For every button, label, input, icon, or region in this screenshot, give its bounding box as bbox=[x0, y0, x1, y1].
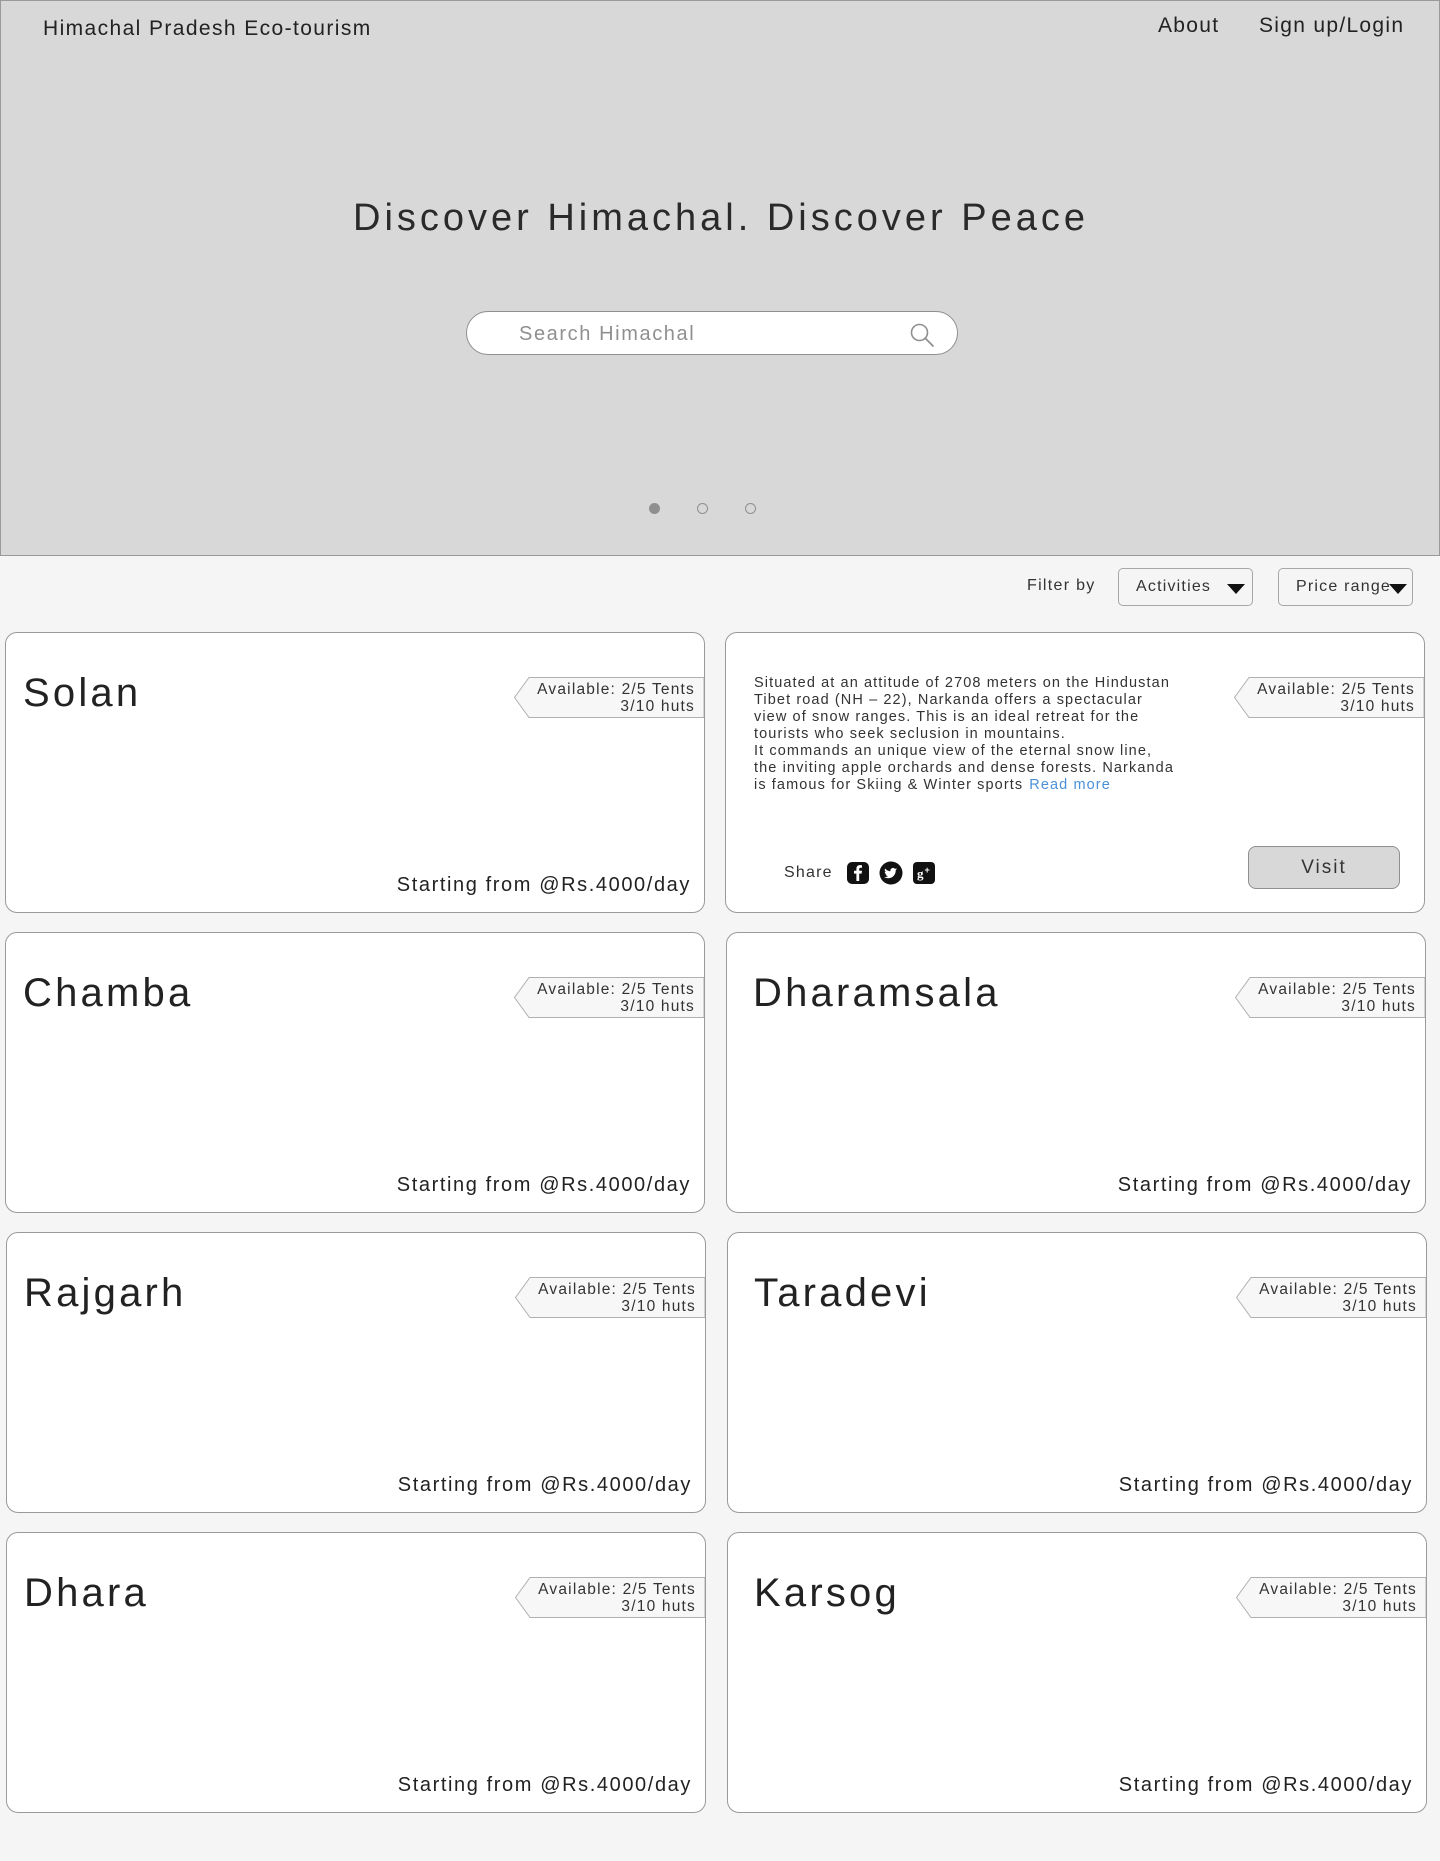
availability-badge: Available: 2/5 Tents 3/10 huts bbox=[1236, 1577, 1426, 1618]
availability-huts: 3/10 huts bbox=[1341, 998, 1416, 1015]
nav-login-link[interactable]: Sign up/Login bbox=[1259, 14, 1404, 38]
search-input[interactable] bbox=[517, 318, 881, 350]
destination-card-rajgarh[interactable]: Rajgarh Available: 2/5 Tents 3/10 huts S… bbox=[6, 1232, 706, 1513]
activities-dropdown[interactable]: Activities bbox=[1118, 568, 1253, 606]
share-label: Share bbox=[784, 864, 833, 881]
caret-down-icon bbox=[1227, 584, 1245, 594]
hero-banner: Himachal Pradesh Eco-tourism About Sign … bbox=[0, 0, 1440, 556]
search-bar bbox=[466, 311, 958, 355]
availability-badge: Available: 2/5 Tents 3/10 huts bbox=[514, 977, 704, 1018]
price-range-dropdown-label: Price range bbox=[1296, 578, 1392, 595]
facebook-icon[interactable] bbox=[846, 861, 870, 885]
price-range-dropdown[interactable]: Price range bbox=[1278, 568, 1413, 606]
availability-badge: Available: 2/5 Tents 3/10 huts bbox=[515, 1277, 705, 1318]
availability-huts: 3/10 huts bbox=[1340, 698, 1415, 715]
destination-name: Dharamsala bbox=[753, 971, 1001, 1015]
share-row: Share g + bbox=[784, 861, 936, 885]
availability-tents: Available: 2/5 Tents bbox=[1258, 981, 1416, 998]
destination-card-karsog[interactable]: Karsog Available: 2/5 Tents 3/10 huts St… bbox=[727, 1532, 1427, 1813]
destination-card-dharamsala[interactable]: Dharamsala Available: 2/5 Tents 3/10 hut… bbox=[726, 932, 1426, 1213]
availability-huts: 3/10 huts bbox=[620, 998, 695, 1015]
availability-badge: Available: 2/5 Tents 3/10 huts bbox=[1236, 1277, 1426, 1318]
carousel-dot-2[interactable] bbox=[697, 503, 708, 514]
google-plus-icon[interactable]: g + bbox=[912, 861, 936, 885]
destination-name: Chamba bbox=[23, 971, 194, 1015]
activities-dropdown-label: Activities bbox=[1136, 578, 1212, 595]
availability-badge: Available: 2/5 Tents 3/10 huts bbox=[515, 1577, 705, 1618]
description-paragraph: Situated at an attitude of 2708 meters o… bbox=[754, 675, 1170, 742]
starting-price: Starting from @Rs.4000/day bbox=[397, 1474, 692, 1496]
description-paragraph: It commands an unique view of the eterna… bbox=[754, 743, 1174, 793]
destination-name: Karsog bbox=[754, 1571, 900, 1615]
read-more-link[interactable]: Read more bbox=[1029, 777, 1111, 793]
availability-huts: 3/10 huts bbox=[1342, 1298, 1417, 1315]
availability-tents: Available: 2/5 Tents bbox=[538, 1581, 696, 1598]
filter-label: Filter by bbox=[1027, 577, 1096, 594]
destination-card-solan[interactable]: Solan Available: 2/5 Tents 3/10 huts Sta… bbox=[5, 632, 705, 913]
availability-badge: Available: 2/5 Tents 3/10 huts bbox=[514, 677, 704, 718]
destination-card-dhara[interactable]: Dhara Available: 2/5 Tents 3/10 huts Sta… bbox=[6, 1532, 706, 1813]
availability-badge: Available: 2/5 Tents 3/10 huts bbox=[1234, 677, 1424, 718]
availability-huts: 3/10 huts bbox=[1342, 1598, 1417, 1615]
starting-price: Starting from @Rs.4000/day bbox=[1117, 1174, 1412, 1196]
visit-button[interactable]: Visit bbox=[1248, 846, 1400, 889]
destination-name: Rajgarh bbox=[24, 1271, 187, 1315]
twitter-icon[interactable] bbox=[879, 861, 903, 885]
availability-tents: Available: 2/5 Tents bbox=[537, 981, 695, 998]
caret-down-icon bbox=[1389, 584, 1407, 594]
site-brand[interactable]: Himachal Pradesh Eco-tourism bbox=[43, 17, 372, 41]
destination-card-taradevi[interactable]: Taradevi Available: 2/5 Tents 3/10 huts … bbox=[727, 1232, 1427, 1513]
starting-price: Starting from @Rs.4000/day bbox=[396, 874, 691, 896]
availability-badge: Available: 2/5 Tents 3/10 huts bbox=[1235, 977, 1425, 1018]
nav-about-link[interactable]: About bbox=[1158, 14, 1219, 38]
destination-name: Taradevi bbox=[754, 1271, 931, 1315]
destination-description: Situated at an attitude of 2708 meters o… bbox=[754, 675, 1179, 794]
search-icon[interactable] bbox=[909, 322, 935, 348]
svg-text:+: + bbox=[924, 865, 930, 875]
availability-tents: Available: 2/5 Tents bbox=[1257, 681, 1415, 698]
destination-card-chamba[interactable]: Chamba Available: 2/5 Tents 3/10 huts St… bbox=[5, 932, 705, 1213]
availability-huts: 3/10 huts bbox=[621, 1298, 696, 1315]
destination-card-featured: Situated at an attitude of 2708 meters o… bbox=[725, 632, 1425, 913]
carousel-dots bbox=[649, 503, 756, 514]
carousel-dot-3[interactable] bbox=[745, 503, 756, 514]
destination-name: Solan bbox=[23, 671, 142, 715]
destination-name: Dhara bbox=[24, 1571, 149, 1615]
starting-price: Starting from @Rs.4000/day bbox=[396, 1174, 691, 1196]
availability-tents: Available: 2/5 Tents bbox=[1259, 1581, 1417, 1598]
starting-price: Starting from @Rs.4000/day bbox=[1118, 1474, 1413, 1496]
carousel-dot-1[interactable] bbox=[649, 503, 660, 514]
hero-title: Discover Himachal. Discover Peace bbox=[353, 197, 1089, 239]
availability-tents: Available: 2/5 Tents bbox=[537, 681, 695, 698]
starting-price: Starting from @Rs.4000/day bbox=[1118, 1774, 1413, 1796]
availability-tents: Available: 2/5 Tents bbox=[538, 1281, 696, 1298]
availability-tents: Available: 2/5 Tents bbox=[1259, 1281, 1417, 1298]
starting-price: Starting from @Rs.4000/day bbox=[397, 1774, 692, 1796]
availability-huts: 3/10 huts bbox=[620, 698, 695, 715]
availability-huts: 3/10 huts bbox=[621, 1598, 696, 1615]
